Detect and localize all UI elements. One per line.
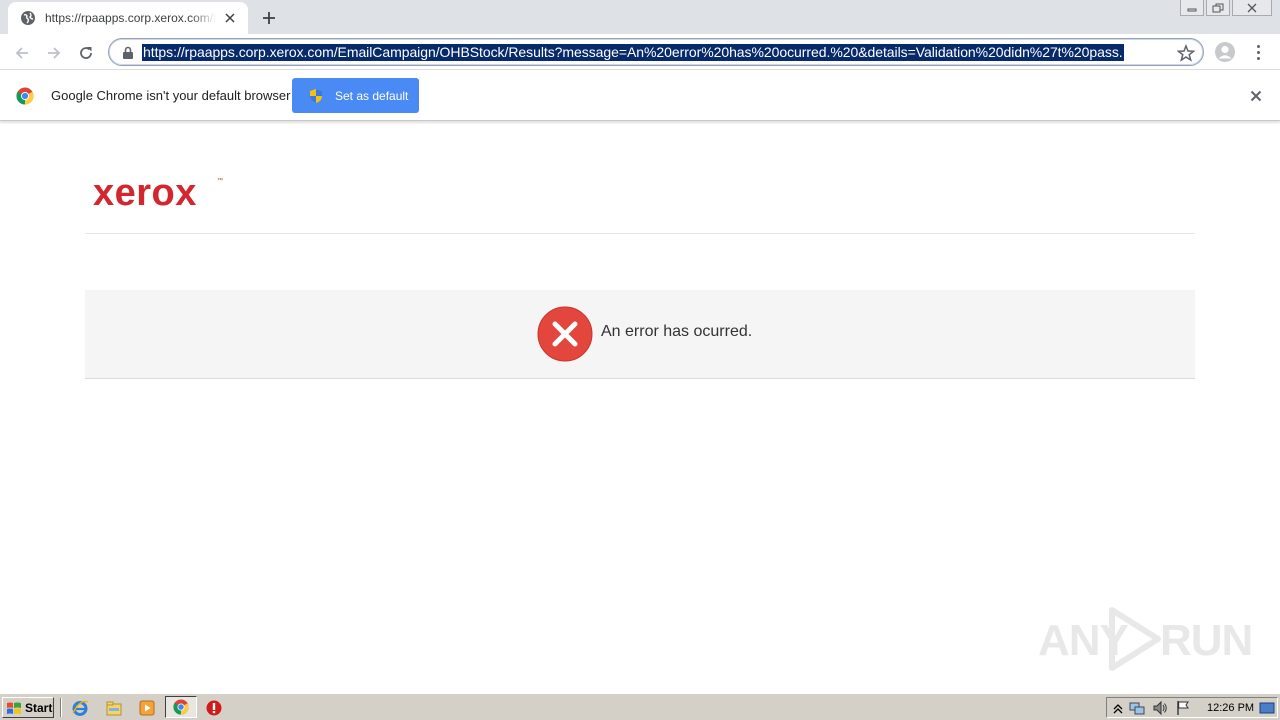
window-close-icon [1247,3,1257,12]
new-tab-button[interactable] [258,7,280,29]
play-logo-icon [1109,607,1161,671]
anyrun-watermark: ANY RUN [1036,606,1253,672]
reload-button[interactable] [74,41,98,65]
chrome-menu-icon[interactable] [1250,41,1266,63]
tab-strip: https://rpaapps.corp.xerox.com/EmailCamp… [0,0,1280,34]
browser-toolbar: https://rpaapps.corp.xerox.com/EmailCamp… [0,34,1280,70]
watermark-run-text: RUN [1160,616,1253,665]
internet-explorer-icon[interactable] [71,699,89,717]
address-bar[interactable]: https://rpaapps.corp.xerox.com/EmailCamp… [108,38,1204,66]
back-button[interactable] [10,41,34,65]
windows-flag-icon [7,702,21,714]
show-desktop-icon[interactable] [1259,700,1275,716]
taskbar-separator [60,698,62,717]
logo-wordmark: xerox [93,172,197,214]
error-x-icon [537,306,593,362]
chrome-taskbar-icon [173,699,189,715]
chrome-logo-icon [16,87,34,105]
back-arrow-icon [15,47,28,59]
set-as-default-button[interactable]: Set as default [292,78,419,113]
security-alert-icon[interactable] [205,699,223,717]
forward-arrow-icon [48,47,61,59]
window-close-button[interactable] [1232,0,1272,16]
forward-button[interactable] [42,41,66,65]
window-controls [1180,0,1272,16]
file-explorer-icon[interactable] [105,699,123,717]
taskbar-clock[interactable]: 12:26 PM [1207,702,1254,714]
volume-icon[interactable] [1152,700,1168,716]
xerox-logo: xerox ™ [93,172,233,216]
tab-title: https://rpaapps.corp.xerox.com/EmailCamp… [45,11,216,25]
url-text[interactable]: https://rpaapps.corp.xerox.com/EmailCamp… [142,44,1124,61]
media-player-icon[interactable] [138,699,156,717]
restore-icon [1212,3,1224,12]
plus-icon [263,12,275,24]
system-tray: 12:26 PM [1106,697,1278,718]
minimize-button[interactable] [1180,0,1204,16]
bookmark-star-icon[interactable] [1177,44,1195,62]
windows-taskbar: Start 12:26 PM [0,693,1280,720]
error-alert: An error has ocurred. [85,290,1195,379]
shield-icon [310,88,322,103]
error-message: An error has ocurred. [601,323,753,340]
start-label: Start [25,700,53,715]
browser-tab[interactable]: https://rpaapps.corp.xerox.com/EmailCamp… [8,2,248,34]
network-icon[interactable] [1129,700,1145,716]
minimize-icon [1187,8,1197,11]
taskbar-chrome-button[interactable] [165,696,197,718]
globe-icon [21,11,35,25]
show-hidden-icons-icon[interactable] [1110,700,1126,716]
restore-button[interactable] [1206,0,1230,16]
profile-avatar-icon[interactable] [1214,41,1236,63]
logo-trademark: ™ [217,178,223,184]
lock-icon [123,46,133,59]
start-button[interactable]: Start [2,697,54,718]
infobar-message: Google Chrome isn't your default browser [51,88,291,103]
reload-icon [80,47,92,59]
infobar-close-icon[interactable] [1248,88,1264,104]
tab-close-icon[interactable] [222,10,238,26]
set-as-default-label: Set as default [335,88,409,103]
header-divider [85,233,1195,234]
action-center-flag-icon[interactable] [1175,700,1191,716]
default-browser-infobar: Google Chrome isn't your default browser… [0,71,1280,121]
